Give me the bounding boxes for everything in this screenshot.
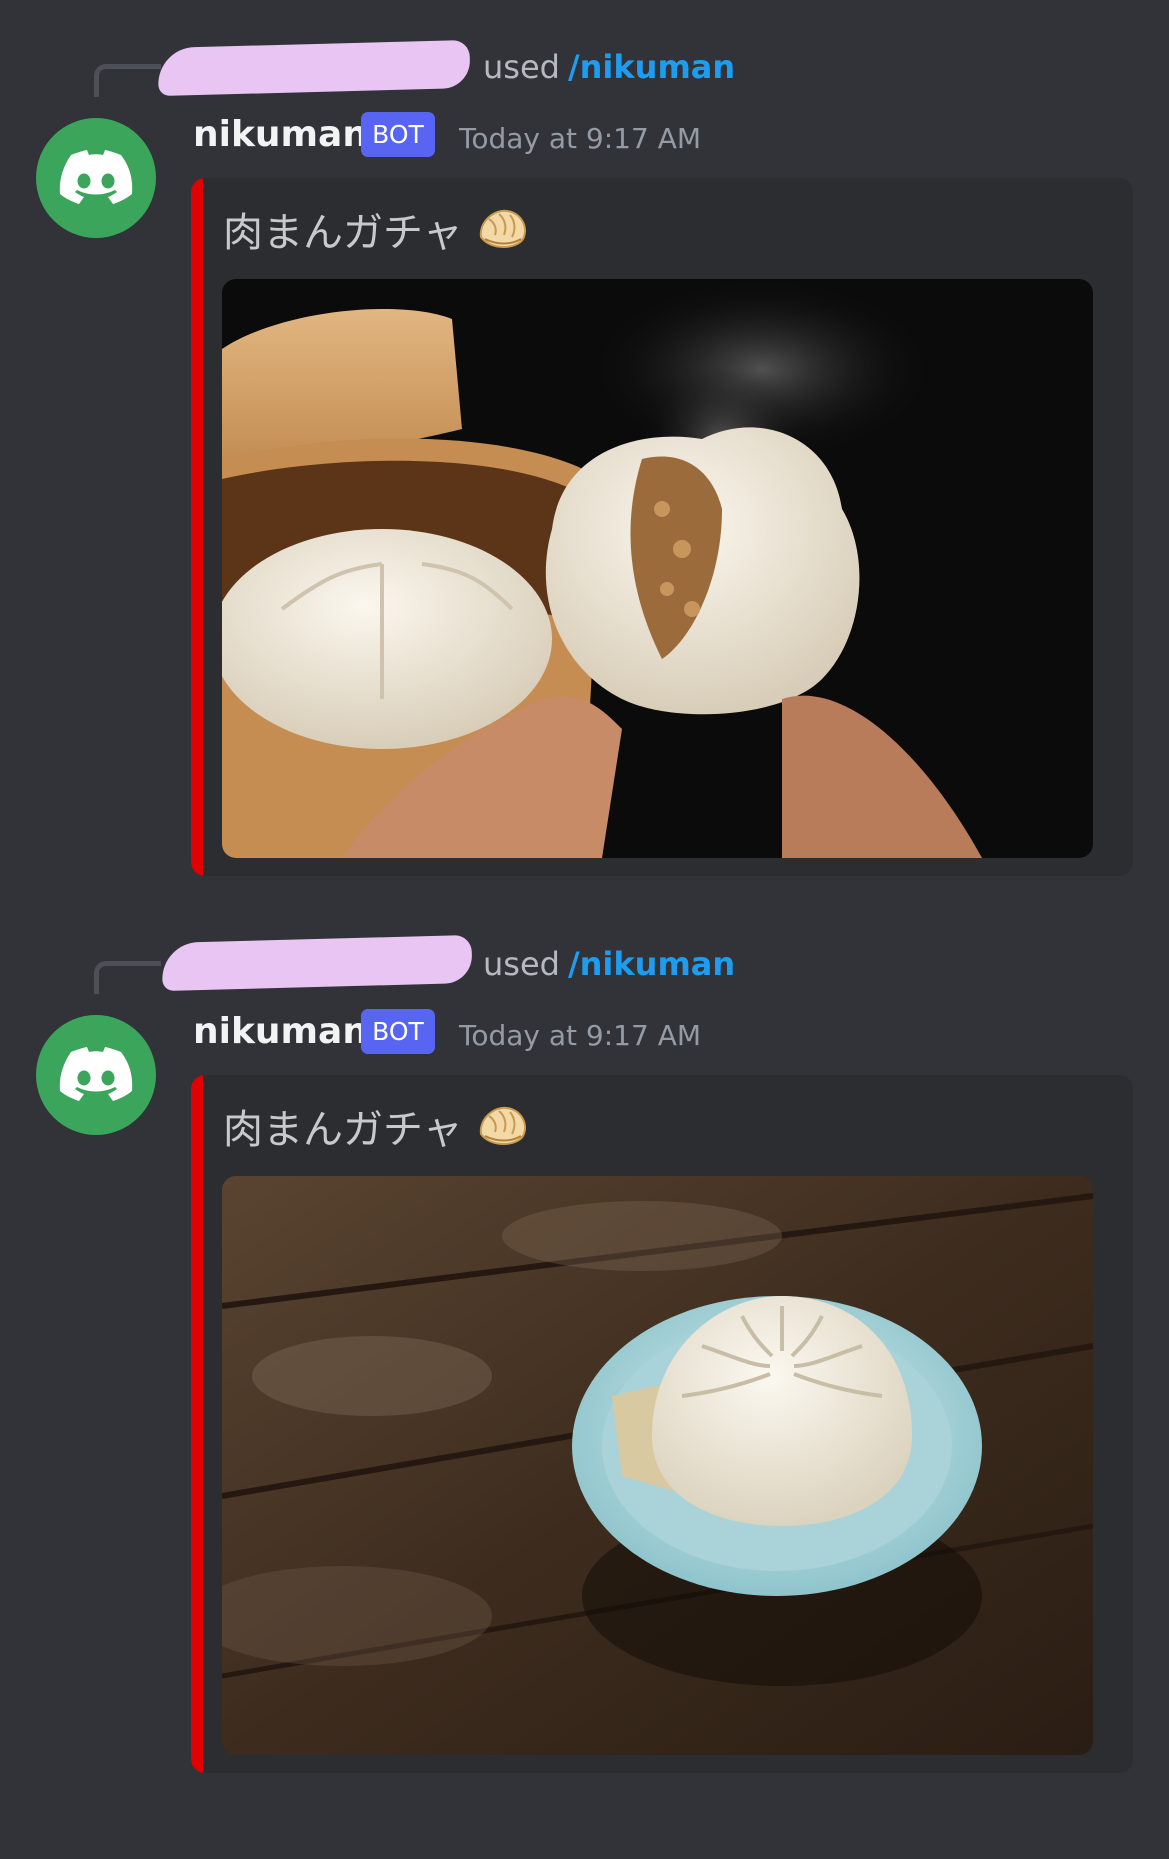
bot-tag: BOT — [361, 1009, 435, 1054]
embed-title-row: 肉まんガチャ — [223, 200, 529, 258]
timestamp[interactable]: Today at 9:17 AM — [459, 1019, 701, 1052]
reply-context[interactable]: used/nikuman — [483, 945, 735, 983]
discord-logo-icon — [59, 1047, 133, 1101]
reply-connector — [94, 961, 161, 994]
discord-logo-icon — [59, 150, 133, 204]
dumpling-icon — [479, 1106, 526, 1145]
redacted-username — [161, 934, 473, 992]
embed: 肉まんガチャ — [191, 178, 1133, 876]
reply-context[interactable]: used/nikuman — [483, 48, 735, 86]
xiaolongbao-photo — [222, 1176, 1093, 1755]
reply-command-link[interactable]: /nikuman — [568, 48, 735, 86]
reply-used-label: used — [483, 945, 560, 983]
embed-title: 肉まんガチャ — [223, 210, 463, 256]
avatar[interactable] — [36, 118, 156, 238]
embed: 肉まんガチャ — [191, 1075, 1133, 1773]
nikuman-photo — [222, 279, 1093, 858]
reply-connector — [94, 64, 161, 97]
reply-command-link[interactable]: /nikuman — [568, 945, 735, 983]
redacted-username — [157, 39, 471, 97]
embed-title: 肉まんガチャ — [223, 1107, 463, 1153]
avatar[interactable] — [36, 1015, 156, 1135]
timestamp[interactable]: Today at 9:17 AM — [459, 122, 701, 155]
embed-accent-bar — [191, 178, 203, 876]
bot-tag: BOT — [361, 112, 435, 157]
embed-accent-bar — [191, 1075, 203, 1773]
reply-used-label: used — [483, 48, 560, 86]
username[interactable]: nikuman — [193, 1011, 368, 1052]
username[interactable]: nikuman — [193, 114, 368, 155]
embed-image-xiaolongbao[interactable] — [222, 1176, 1093, 1755]
embed-image-nikuman[interactable] — [222, 279, 1093, 858]
embed-title-row: 肉まんガチャ — [223, 1097, 529, 1155]
dumpling-icon — [479, 209, 526, 248]
